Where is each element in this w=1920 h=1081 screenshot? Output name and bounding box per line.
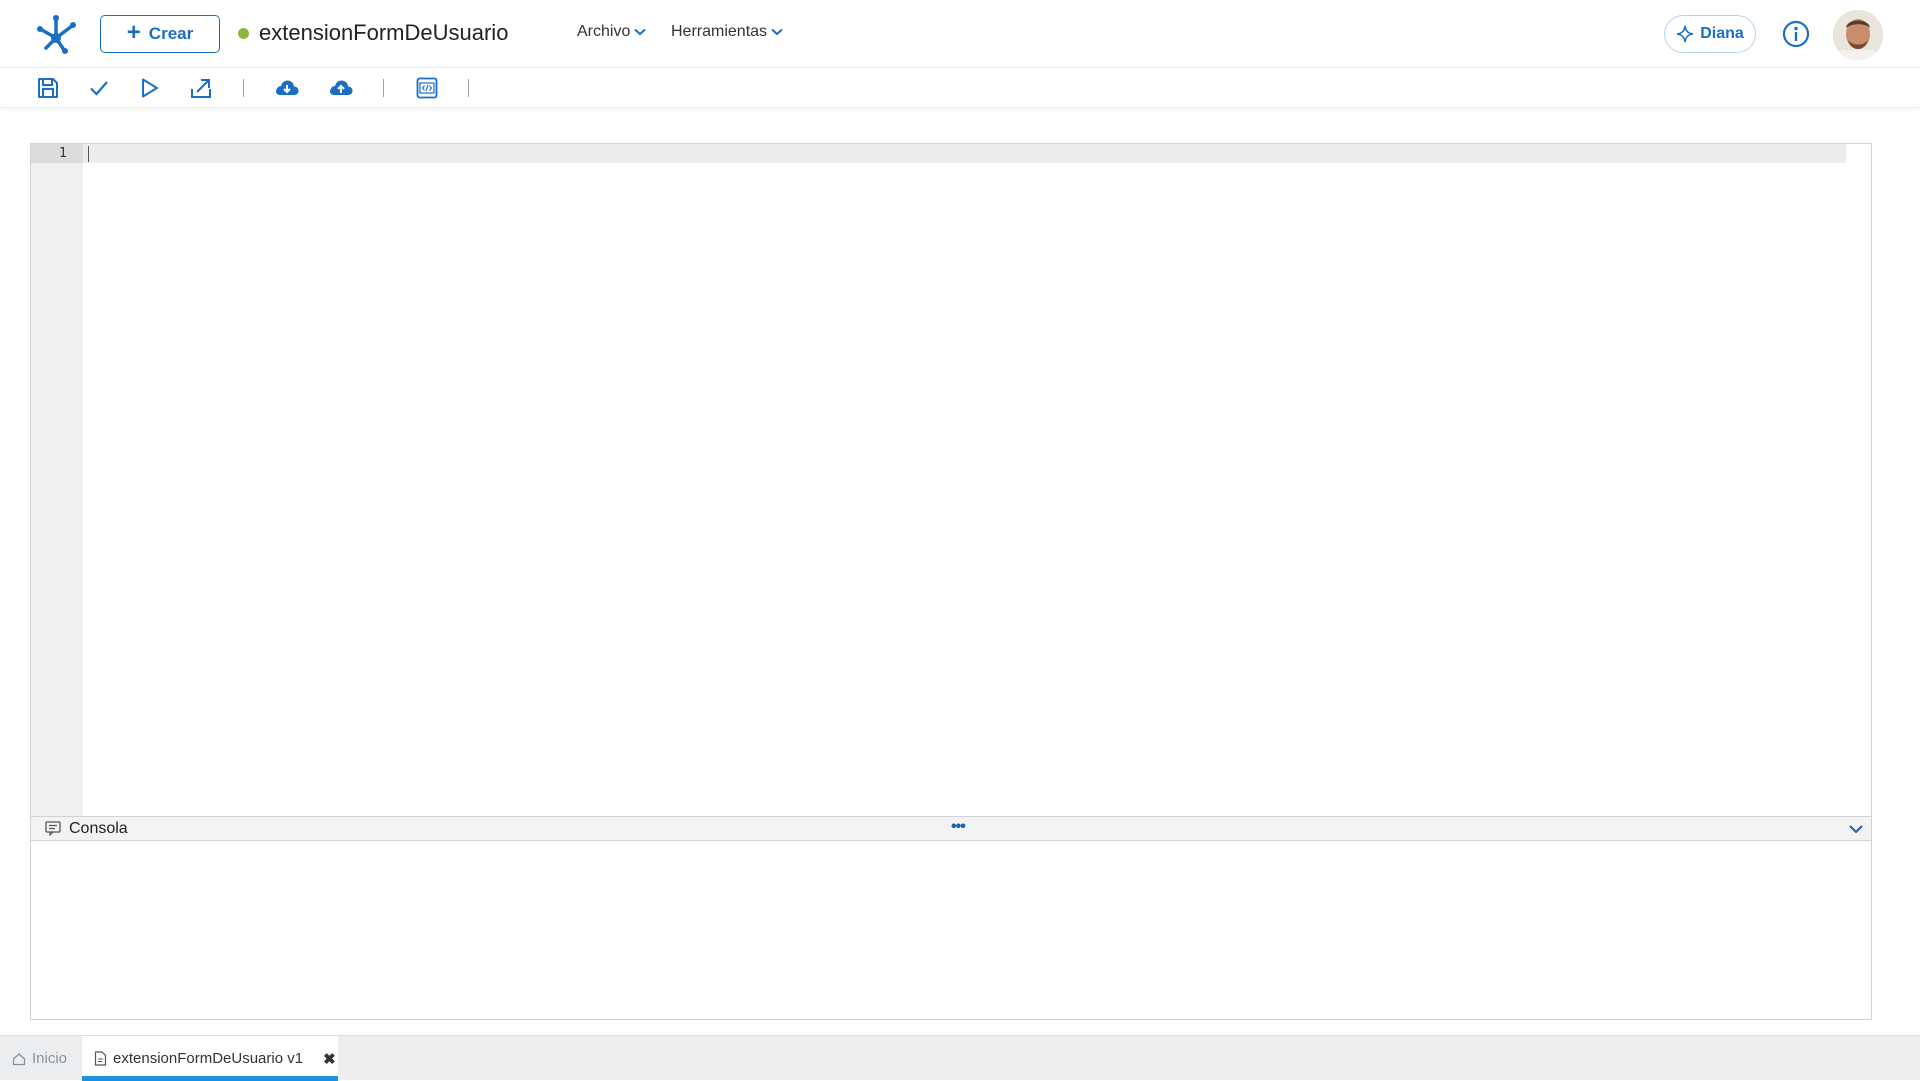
- active-line-highlight: [83, 144, 1846, 163]
- chevron-down-icon[interactable]: [1847, 820, 1865, 838]
- code-view-button[interactable]: [413, 74, 441, 102]
- console-icon: [45, 821, 61, 836]
- create-button[interactable]: + Crear: [100, 15, 220, 53]
- cloud-download-icon: [276, 80, 299, 95]
- sparkle-icon: [1677, 25, 1694, 43]
- line-number: 1: [31, 144, 83, 163]
- menu-herramientas[interactable]: Herramientas: [671, 23, 783, 41]
- run-icon: [142, 78, 158, 98]
- validate-button[interactable]: [85, 74, 113, 102]
- resize-grip-icon[interactable]: •••: [951, 819, 966, 835]
- console-header: Consola •••: [31, 817, 1871, 841]
- chevron-down-icon: [634, 28, 647, 36]
- check-icon: [90, 81, 108, 96]
- upload-button[interactable]: [327, 74, 355, 102]
- document-icon: [94, 1051, 107, 1066]
- menu-archivo[interactable]: Archivo: [577, 23, 647, 41]
- toolbar-divider: [243, 79, 244, 97]
- home-icon: [12, 1052, 26, 1065]
- download-button[interactable]: [273, 74, 301, 102]
- chevron-down-icon: [771, 28, 783, 36]
- text-cursor: [88, 146, 89, 162]
- avatar[interactable]: [1833, 10, 1883, 60]
- app-logo-icon[interactable]: [34, 12, 78, 56]
- line-gutter: [31, 144, 83, 816]
- tab-extension-form-label: extensionFormDeUsuario v1: [113, 1050, 304, 1067]
- create-button-label: Crear: [148, 24, 194, 43]
- toolbar-divider: [383, 79, 384, 97]
- status-dot-icon: [238, 27, 249, 39]
- document-title: extensionFormDeUsuario: [238, 20, 508, 46]
- code-editor[interactable]: 1: [30, 143, 1872, 817]
- save-button[interactable]: [34, 74, 62, 102]
- menu-archivo-label: Archivo: [577, 23, 631, 40]
- assistant-button[interactable]: Diana: [1664, 15, 1756, 53]
- toolbar-divider: [468, 79, 469, 97]
- plus-icon: +: [126, 19, 141, 46]
- console-label: Consola: [69, 820, 128, 837]
- tab-extension-form[interactable]: extensionFormDeUsuario v1 ✖: [82, 1036, 338, 1081]
- code-view-icon: [416, 77, 438, 99]
- menu-herramientas-label: Herramientas: [671, 23, 768, 40]
- save-icon: [38, 78, 58, 98]
- console-panel: Consola •••: [30, 816, 1872, 1020]
- cloud-upload-icon: [330, 80, 353, 95]
- run-button[interactable]: [135, 74, 163, 102]
- app-header: + Crear extensionFormDeUsuario Archivo H…: [0, 0, 1920, 68]
- tab-inicio[interactable]: Inicio: [12, 1036, 67, 1081]
- export-icon: [191, 79, 211, 98]
- assistant-label: Diana: [1700, 25, 1744, 42]
- export-button[interactable]: [187, 74, 215, 102]
- close-icon[interactable]: ✖: [323, 1050, 336, 1068]
- user-photo-icon: [1833, 10, 1883, 60]
- info-icon[interactable]: [1782, 20, 1810, 48]
- editor-toolbar: [0, 68, 1920, 108]
- document-title-text: extensionFormDeUsuario: [259, 20, 509, 45]
- tab-inicio-label: Inicio: [32, 1050, 68, 1067]
- document-tab-bar: Inicio extensionFormDeUsuario v1 ✖: [0, 1035, 1920, 1081]
